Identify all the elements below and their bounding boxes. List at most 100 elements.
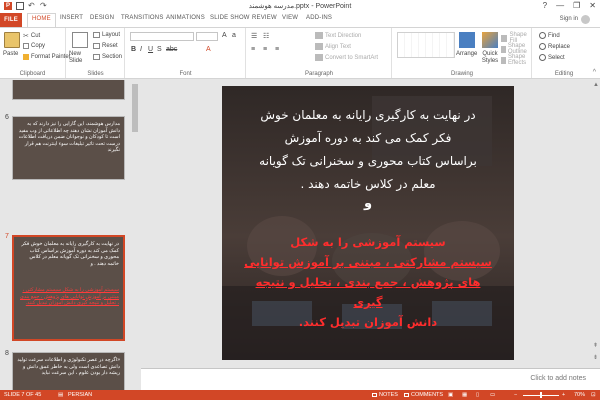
bullets-icon[interactable]: ☰: [251, 32, 257, 40]
bold-icon[interactable]: B: [131, 46, 136, 53]
fit-slide-icon[interactable]: ⊡: [591, 392, 596, 398]
slide-thumbnail-5[interactable]: [12, 80, 125, 100]
drawing-group: Arrange Quick Styles Shape Fill Shape Ou…: [393, 28, 532, 78]
copy-button[interactable]: Copy: [23, 43, 45, 49]
slide-red-line: دانش آموزان تبدیل کنند.: [298, 315, 438, 329]
notes-pane[interactable]: Click to add notes: [141, 368, 600, 390]
font-size-field[interactable]: [196, 32, 218, 41]
tab-home[interactable]: HOME: [27, 13, 56, 27]
slide-thumbnail-pane: 6 مدارس هوشمند، این گارایی را نیز دارند …: [0, 80, 140, 390]
restore-button[interactable]: ❐: [573, 1, 580, 10]
slide-number: 8: [5, 350, 9, 357]
align-right-icon[interactable]: ≡: [275, 46, 279, 53]
tab-file[interactable]: FILE: [0, 13, 22, 27]
zoom-out-button[interactable]: −: [514, 392, 517, 398]
font-name-field[interactable]: [130, 32, 194, 41]
arrange-button[interactable]: Arrange: [456, 51, 477, 57]
shapes-gallery[interactable]: [397, 32, 455, 58]
section-button[interactable]: Section: [93, 54, 122, 60]
window-title: مدرسه هوشمند.pptx - PowerPoint: [248, 3, 352, 10]
new-slide-icon: [72, 32, 88, 48]
thumbnail-scroll-thumb[interactable]: [132, 84, 138, 132]
tab-transitions[interactable]: TRANSITIONS: [121, 15, 164, 21]
slide-number: 6: [5, 114, 9, 121]
close-button[interactable]: ✕: [589, 1, 596, 10]
strikethrough-icon[interactable]: abc: [166, 46, 177, 53]
reading-view-icon[interactable]: ▯: [476, 392, 479, 398]
slide-conjunction: و: [363, 196, 373, 211]
numbering-icon[interactable]: ☷: [263, 32, 269, 40]
notes-toggle[interactable]: NOTES: [372, 392, 398, 398]
shadow-icon[interactable]: S: [157, 46, 162, 53]
slide-thumbnail-6[interactable]: مدارس هوشمند، این گارایی را نیز دارند که…: [12, 116, 125, 180]
select-button[interactable]: Select: [539, 54, 565, 61]
cut-icon: ✂: [23, 33, 29, 40]
tab-slide-show[interactable]: SLIDE SHOW: [210, 15, 250, 21]
normal-view-icon[interactable]: ▣: [448, 392, 453, 398]
tab-add-ins[interactable]: ADD-INS: [306, 15, 332, 21]
slide-thumbnail-7[interactable]: در نهایت به کارگیری رایانه به معلمان خوش…: [12, 235, 125, 341]
thumbnail-scrollbar[interactable]: [131, 80, 139, 390]
editing-group: Find Replace Select Editing: [533, 28, 595, 78]
cut-button[interactable]: ✂ Cut: [23, 32, 40, 41]
format-painter-button[interactable]: Format Painter: [23, 54, 71, 60]
align-center-icon[interactable]: ≡: [263, 46, 267, 53]
zoom-level[interactable]: 70%: [574, 392, 585, 398]
tab-design[interactable]: DESIGN: [90, 15, 114, 21]
new-slide-button[interactable]: New Slide: [69, 51, 93, 65]
quick-styles-button[interactable]: Quick Styles: [479, 51, 501, 65]
find-button[interactable]: Find: [539, 32, 560, 39]
paste-button[interactable]: Paste: [3, 51, 18, 57]
align-text-button[interactable]: Align Text: [315, 43, 351, 50]
tab-view[interactable]: VIEW: [282, 15, 298, 21]
slide-editing-area: در نهایت به کارگیری رایانه به معلمان خوش…: [141, 80, 592, 368]
help-button[interactable]: ?: [543, 1, 547, 10]
editing-group-label: Editing: [554, 71, 574, 77]
underline-icon[interactable]: U: [148, 46, 153, 53]
tab-review[interactable]: REVIEW: [252, 15, 277, 21]
slide-red-line: سیستم مشارکتی ، مبتنی بر آموزش توانایی: [244, 255, 492, 269]
next-slide-icon[interactable]: ⇟: [593, 354, 598, 361]
tab-animations[interactable]: ANIMATIONS: [166, 15, 205, 21]
font-group-label: Font: [179, 71, 192, 77]
slide-sorter-icon[interactable]: ▦: [462, 392, 467, 398]
minimize-button[interactable]: —: [556, 1, 564, 10]
slides-group-label: Slides: [87, 71, 104, 77]
slide-show-icon[interactable]: ▭: [490, 392, 495, 398]
title-bar: P ↶ ↷ مدرسه هوشمند.pptx - PowerPoint ? —…: [0, 0, 600, 13]
reset-button[interactable]: Reset: [93, 43, 118, 49]
layout-button[interactable]: Layout: [93, 32, 120, 38]
shape-effects-button[interactable]: Shape Effects: [501, 54, 531, 66]
sign-in-link[interactable]: Sign in: [560, 16, 578, 22]
tab-insert[interactable]: INSERT: [60, 15, 83, 21]
spellcheck-icon[interactable]: ▤: [58, 392, 63, 398]
current-slide[interactable]: در نهایت به کارگیری رایانه به معلمان خوش…: [222, 86, 514, 360]
slide-line: فکر کمک می کند به دوره آموزش: [284, 131, 452, 145]
slide-red-line: های پژوهش ، جمع بندی ، تحلیل و نتیجه: [255, 275, 481, 289]
convert-smartart-button[interactable]: Convert to SmartArt: [315, 54, 378, 61]
replace-button[interactable]: Replace: [539, 43, 570, 50]
italic-icon[interactable]: I: [140, 46, 142, 53]
language-indicator[interactable]: PERSIAN: [68, 392, 92, 398]
comments-toggle[interactable]: COMMENTS: [404, 392, 443, 398]
slide-thumbnail-8[interactable]: «اگرچه در عصر تکنولوژی و اطلاعات سرعت تو…: [12, 352, 125, 390]
find-icon: [539, 32, 546, 39]
previous-slide-icon[interactable]: ⇞: [593, 342, 598, 349]
slide-scrollbar[interactable]: ▲ ⇞ ⇟: [592, 80, 600, 368]
text-direction-button[interactable]: Text Direction: [315, 32, 361, 39]
paragraph-group-label: Paragraph: [304, 71, 334, 77]
layout-icon: [93, 32, 100, 38]
zoom-slider-handle[interactable]: [540, 392, 542, 398]
scroll-up-icon[interactable]: ▲: [593, 82, 599, 88]
collapse-ribbon-icon[interactable]: ^: [593, 69, 596, 76]
grow-font-icon[interactable]: A: [222, 32, 227, 39]
shrink-font-icon[interactable]: a: [232, 32, 236, 39]
slides-group: New Slide Layout Reset Section Slides: [67, 28, 125, 78]
user-avatar-icon[interactable]: [581, 15, 590, 24]
smartart-icon: [315, 54, 323, 61]
font-color-icon[interactable]: A: [206, 46, 211, 53]
slide-red-text: سیستم آموزشی را به شکل سیستم مشارکتی ، م…: [230, 232, 506, 332]
align-text-icon: [315, 43, 323, 50]
zoom-in-button[interactable]: +: [562, 392, 565, 398]
align-left-icon[interactable]: ≡: [251, 46, 255, 53]
